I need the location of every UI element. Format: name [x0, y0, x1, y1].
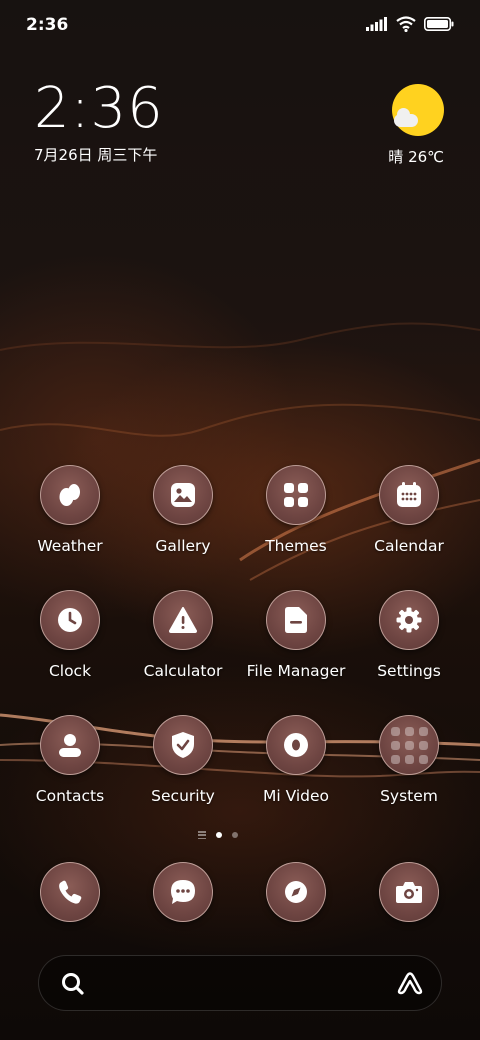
app-label: Themes	[265, 537, 327, 555]
app-label: Settings	[377, 662, 441, 680]
app-label: Gallery	[155, 537, 211, 555]
cloud-icon	[394, 108, 418, 127]
file-manager-icon	[266, 590, 326, 650]
settings-icon	[379, 590, 439, 650]
signal-icon	[366, 17, 387, 31]
clock-icon	[40, 590, 100, 650]
themes-icon	[266, 465, 326, 525]
app-file-manager[interactable]: File Manager	[240, 590, 352, 690]
widget-time: 2:36	[34, 76, 164, 141]
app-gallery[interactable]: Gallery	[127, 465, 239, 565]
dock-browser[interactable]	[240, 862, 352, 924]
app-mi-video[interactable]: Mi Video	[240, 715, 352, 815]
app-contacts[interactable]: Contacts	[14, 715, 126, 815]
page-dot-active	[216, 832, 222, 838]
status-time: 2:36	[26, 15, 69, 35]
dock-messages[interactable]	[127, 862, 239, 924]
app-calendar[interactable]: Calendar	[353, 465, 465, 565]
security-icon	[153, 715, 213, 775]
calendar-icon	[379, 465, 439, 525]
page-indicator[interactable]	[198, 829, 258, 841]
app-settings[interactable]: Settings	[353, 590, 465, 690]
app-label: Mi Video	[262, 787, 330, 805]
weather-widget[interactable]: 晴 26℃	[374, 82, 444, 166]
page-dot	[232, 832, 238, 838]
app-weather[interactable]: Weather	[14, 465, 126, 565]
status-icons	[366, 16, 454, 32]
mi-video-icon	[266, 715, 326, 775]
app-clock[interactable]: Clock	[14, 590, 126, 690]
app-label: System	[380, 787, 438, 805]
folder-icon	[379, 715, 439, 775]
app-label: Calendar	[374, 537, 444, 555]
browser-icon	[266, 862, 326, 922]
app-label: Weather	[37, 537, 103, 555]
contacts-icon	[40, 715, 100, 775]
battery-icon	[424, 17, 454, 31]
dock-camera[interactable]	[353, 862, 465, 924]
messages-icon	[153, 862, 213, 922]
app-label: Security	[151, 787, 215, 805]
search-icon[interactable]	[59, 970, 87, 998]
weather-text: 晴 26℃	[388, 148, 444, 166]
dock-phone[interactable]	[14, 862, 126, 924]
widget-date: 7月26日 周三下午	[34, 146, 158, 164]
weather-app-icon	[40, 465, 100, 525]
clock-widget[interactable]: 2:36 7月26日 周三下午	[34, 78, 234, 168]
status-bar: 2:36	[0, 0, 480, 50]
calculator-icon	[153, 590, 213, 650]
gallery-icon	[153, 465, 213, 525]
camera-icon	[379, 862, 439, 922]
phone-icon	[40, 862, 100, 922]
app-label: Contacts	[35, 787, 105, 805]
app-calculator[interactable]: Calculator	[127, 590, 239, 690]
app-system-folder[interactable]: System	[353, 715, 465, 815]
app-label: File Manager	[246, 662, 346, 680]
app-drawer-indicator-icon	[198, 831, 206, 839]
wifi-icon	[396, 16, 416, 32]
assistant-icon[interactable]	[395, 969, 425, 999]
app-label: Calculator	[143, 662, 223, 680]
app-label: Clock	[48, 662, 92, 680]
search-bar[interactable]	[38, 955, 442, 1011]
app-security[interactable]: Security	[127, 715, 239, 815]
app-themes[interactable]: Themes	[240, 465, 352, 565]
